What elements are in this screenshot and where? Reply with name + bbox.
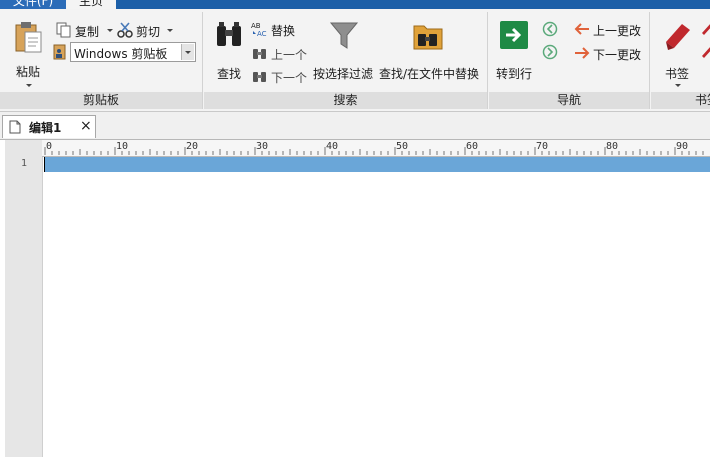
bookmark-button[interactable]: 书签 bbox=[655, 18, 699, 90]
ruler-label: 10 bbox=[116, 141, 128, 152]
menu-bar: 文件(F) 主页 bbox=[0, 0, 710, 9]
clipboard-select-value: Windows 剪贴板 bbox=[74, 47, 168, 61]
ruler-label: 30 bbox=[256, 141, 268, 152]
ruler-label: 20 bbox=[186, 141, 198, 152]
prev-change-button[interactable]: 上一更改 bbox=[573, 21, 647, 39]
copy-icon bbox=[56, 22, 71, 38]
next-change-label: 下一更改 bbox=[593, 48, 642, 62]
line-number-gutter: 1 bbox=[5, 140, 43, 457]
document-tab[interactable]: 编辑1 × bbox=[2, 115, 96, 138]
nav-back-icon[interactable] bbox=[542, 21, 558, 37]
filter-icon bbox=[329, 22, 359, 49]
scissors-icon bbox=[117, 22, 133, 38]
cut-button[interactable]: 剪切 bbox=[117, 21, 175, 39]
ruler-label: 50 bbox=[396, 141, 408, 152]
find-next-label: 下一个 bbox=[271, 71, 308, 85]
clipboard-group: 粘贴 复制 剪切 Windows 剪贴板 剪贴板 bbox=[0, 12, 203, 109]
search-group-title: 搜索 bbox=[204, 92, 487, 109]
ruler-label: 70 bbox=[536, 141, 548, 152]
folder-search-icon bbox=[413, 25, 443, 50]
bookmark-label: 书签 bbox=[665, 67, 690, 81]
ruler-label: 0 bbox=[46, 141, 52, 152]
filter-by-selection-button[interactable]: 按选择过滤 bbox=[312, 18, 376, 81]
bookmarks-group: 书签 书签 bbox=[651, 12, 710, 109]
ruler-label: 60 bbox=[466, 141, 478, 152]
binoculars-down-icon bbox=[253, 72, 266, 82]
nav-forward-icon[interactable] bbox=[542, 44, 558, 60]
chevron-down-icon bbox=[107, 29, 113, 32]
menu-file[interactable]: 文件(F) bbox=[0, 0, 66, 9]
text-caret bbox=[44, 157, 45, 172]
svg-text:AB: AB bbox=[251, 22, 261, 30]
ribbon: 粘贴 复制 剪切 Windows 剪贴板 剪贴板 查找 AB AC 替换 上一个… bbox=[0, 9, 710, 112]
navigation-group: 转到行 上一更改 下一更改 导航 bbox=[489, 12, 650, 109]
text-editor[interactable] bbox=[43, 157, 710, 457]
find-label: 查找 bbox=[217, 67, 242, 81]
search-group: 查找 AB AC 替换 上一个 下一个 按选择过滤 查找/在文件中替换 搜索 bbox=[204, 12, 488, 109]
paste-icon bbox=[15, 22, 42, 53]
navigation-group-title: 导航 bbox=[489, 92, 649, 109]
find-in-files-button[interactable]: 查找/在文件中替换 bbox=[378, 18, 482, 81]
arrow-right-box-icon bbox=[500, 21, 528, 49]
find-next-button[interactable]: 下一个 bbox=[251, 67, 311, 85]
paste-button[interactable]: 粘贴 bbox=[6, 18, 50, 92]
copy-button[interactable]: 复制 bbox=[56, 21, 114, 39]
clipboard-group-title: 剪贴板 bbox=[0, 92, 202, 109]
column-ruler: 0 10 20 30 40 50 60 70 80 90 bbox=[42, 140, 710, 157]
find-prev-label: 上一个 bbox=[271, 48, 308, 62]
document-tab-bar: 编辑1 × bbox=[0, 112, 710, 140]
ruler-label: 80 bbox=[606, 141, 618, 152]
current-line-highlight bbox=[45, 157, 710, 172]
chevron-down-icon bbox=[26, 84, 32, 87]
find-prev-button[interactable]: 上一个 bbox=[251, 44, 311, 62]
chevron-down-icon bbox=[185, 51, 191, 54]
ruler-label: 40 bbox=[326, 141, 338, 152]
goto-line-label: 转到行 bbox=[496, 67, 533, 81]
bookmark-next-icon[interactable] bbox=[701, 21, 710, 37]
bookmark-prev-icon[interactable] bbox=[701, 44, 710, 60]
binoculars-up-icon bbox=[253, 49, 266, 59]
binoculars-icon bbox=[217, 22, 241, 46]
cut-label: 剪切 bbox=[136, 25, 161, 39]
bookmarks-group-title: 书签 bbox=[651, 92, 710, 109]
paste-label: 粘贴 bbox=[16, 65, 41, 79]
line-number: 1 bbox=[20, 158, 27, 169]
replace-icon: AB AC bbox=[251, 22, 267, 37]
replace-label: 替换 bbox=[271, 24, 296, 38]
ruler-label: 90 bbox=[676, 141, 688, 152]
replace-button[interactable]: AB AC 替换 bbox=[251, 20, 301, 38]
prev-change-label: 上一更改 bbox=[593, 24, 642, 38]
bookmark-icon bbox=[666, 24, 690, 50]
find-button[interactable]: 查找 bbox=[210, 18, 250, 81]
filter-by-selection-label: 按选择过滤 bbox=[313, 67, 374, 81]
arrow-left-icon bbox=[574, 23, 589, 35]
chevron-down-icon bbox=[167, 29, 173, 32]
close-icon[interactable]: × bbox=[80, 118, 92, 134]
menu-tab-home[interactable]: 主页 bbox=[66, 0, 116, 9]
ruler-ticks: 0 10 20 30 40 50 60 70 80 90 bbox=[44, 141, 704, 155]
document-tab-label: 编辑1 bbox=[29, 121, 62, 135]
next-change-button[interactable]: 下一更改 bbox=[573, 45, 647, 63]
svg-text:AC: AC bbox=[257, 30, 267, 37]
chevron-down-icon bbox=[675, 84, 681, 87]
goto-line-button[interactable]: 转到行 bbox=[493, 18, 535, 81]
copy-label: 复制 bbox=[75, 25, 100, 39]
arrow-right-icon bbox=[575, 47, 590, 59]
dropdown-button[interactable] bbox=[181, 44, 194, 60]
clipboard-select[interactable]: Windows 剪贴板 bbox=[70, 42, 196, 62]
find-in-files-label: 查找/在文件中替换 bbox=[379, 67, 480, 81]
document-icon bbox=[9, 120, 21, 134]
clipboard-user-icon bbox=[53, 44, 66, 60]
